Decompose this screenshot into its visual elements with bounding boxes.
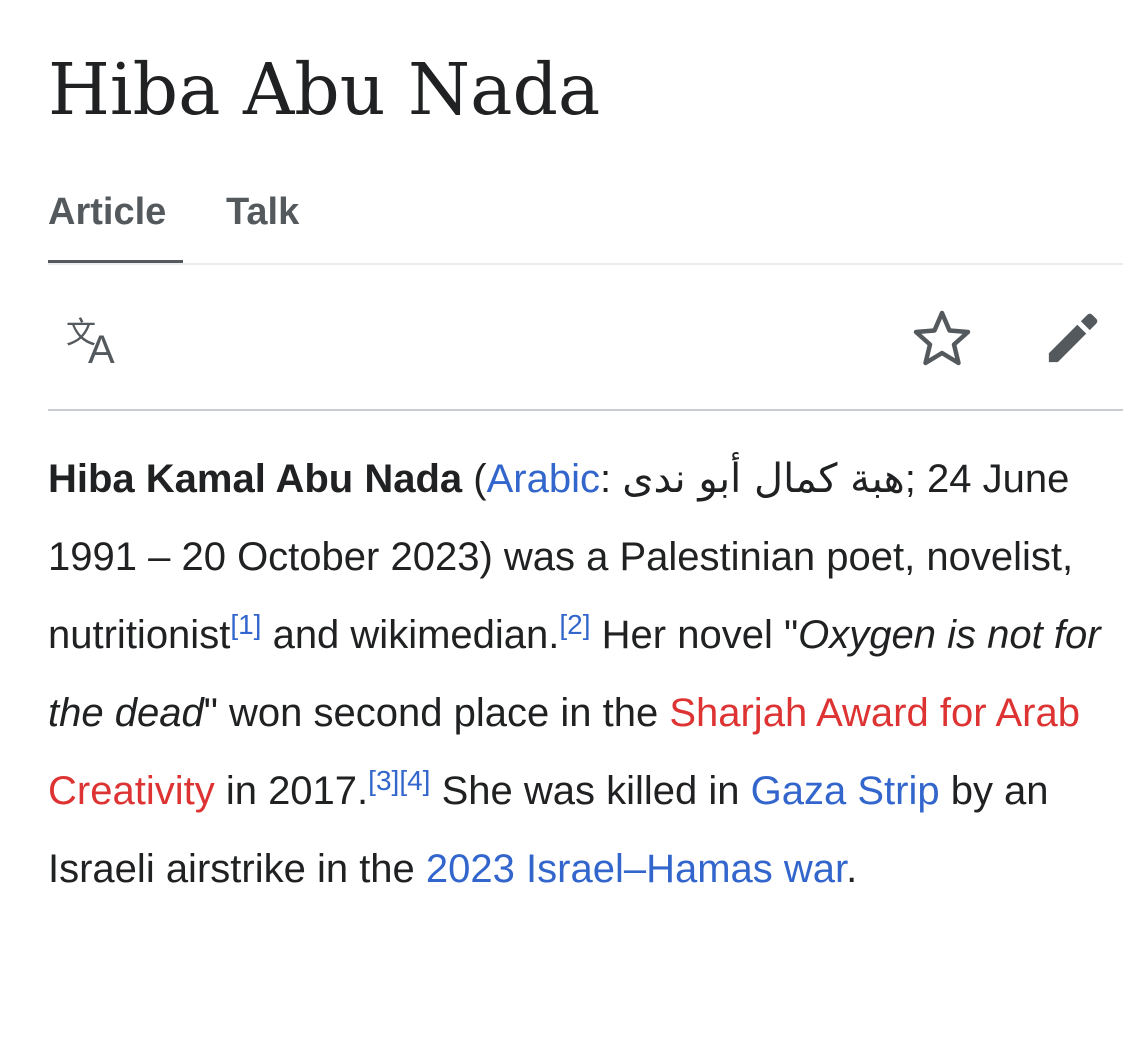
translate-icon[interactable]: 文 A	[62, 307, 126, 371]
text-final-period: .	[846, 847, 858, 891]
reference-3[interactable]: [3]	[368, 765, 399, 796]
pencil-icon[interactable]	[1040, 307, 1104, 371]
article-body: Hiba Kamal Abu Nada (Arabic: هبة كمال أب…	[48, 440, 1118, 908]
gaza-strip-link[interactable]: Gaza Strip	[751, 769, 940, 813]
subject-name: Hiba Kamal Abu Nada	[48, 457, 463, 501]
text-her-novel: Her novel "	[590, 613, 799, 657]
israel-hamas-war-link[interactable]: 2023 Israel–Hamas war	[426, 847, 846, 891]
reference-4-link[interactable]: [4]	[399, 765, 430, 796]
text-won-second-place: " won second place in the	[203, 691, 670, 735]
text-colon: :	[600, 457, 623, 501]
text-and-wikimedian: and wikimedian.	[261, 613, 560, 657]
reference-1[interactable]: [1]	[230, 609, 261, 640]
text-open-paren: (	[462, 457, 487, 501]
text-killed-in: She was killed in	[430, 769, 751, 813]
reference-2-link[interactable]: [2]	[559, 609, 590, 640]
reference-4[interactable]: [4]	[399, 765, 430, 796]
arabic-name: هبة كمال أبو ندى	[622, 456, 905, 502]
text-in-2017: in 2017.	[214, 769, 369, 813]
svg-text:A: A	[88, 328, 115, 371]
reference-1-link[interactable]: [1]	[230, 609, 261, 640]
tab-talk[interactable]: Talk	[226, 186, 306, 265]
star-icon[interactable]	[910, 307, 974, 371]
arabic-language-link[interactable]: Arabic	[487, 457, 600, 501]
reference-2[interactable]: [2]	[559, 609, 590, 640]
reference-3-link[interactable]: [3]	[368, 765, 399, 796]
lead-paragraph: Hiba Kamal Abu Nada (Arabic: هبة كمال أب…	[48, 440, 1118, 908]
page-title: Hiba Abu Nada	[48, 48, 601, 131]
page-tabs: Article Talk	[48, 186, 1123, 265]
page-actions-toolbar: 文 A	[48, 265, 1123, 411]
tab-article[interactable]: Article	[48, 186, 183, 265]
article-page: Hiba Abu Nada Article Talk 文 A Hiba Kama…	[48, 0, 1123, 1064]
